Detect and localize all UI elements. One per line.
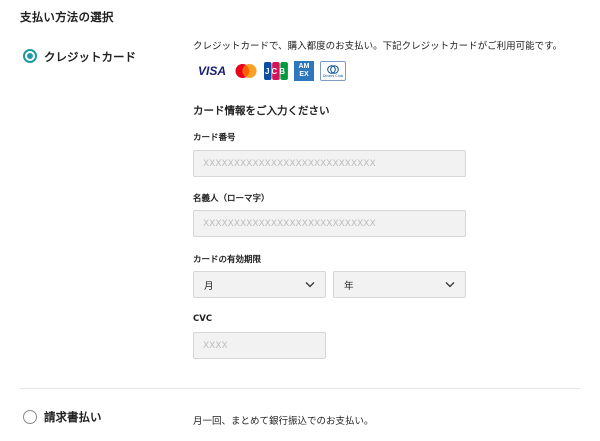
mastercard-logo <box>234 61 258 81</box>
chevron-down-icon <box>445 282 455 288</box>
expiry-year-value: 年 <box>344 280 354 292</box>
chevron-down-icon <box>305 282 315 288</box>
amex-logo: AM EX <box>294 61 314 81</box>
credit-card-radio[interactable] <box>23 49 37 63</box>
diners-club-logo-text: Diners Club <box>322 73 344 78</box>
cardholder-name-label: 名義人（ローマ字） <box>193 194 270 204</box>
invoice-label[interactable]: 請求書払い <box>44 409 102 425</box>
cvc-label: CVC <box>193 314 213 324</box>
divider <box>20 388 580 389</box>
amex-logo-bottom: EX <box>299 71 309 78</box>
amex-logo-top: AM <box>298 63 310 70</box>
jcb-logo-text: JCB <box>264 66 287 76</box>
invoice-description: 月一回、まとめて銀行振込でのお支払い。 <box>193 416 374 427</box>
expiry-month-value: 月 <box>204 280 214 292</box>
card-info-heading: カード情報をご入力ください <box>193 105 330 117</box>
invoice-radio[interactable] <box>23 410 37 424</box>
credit-card-label[interactable]: クレジットカード <box>44 49 136 65</box>
card-number-label: カード番号 <box>193 133 236 143</box>
diners-club-logo: Diners Club <box>320 61 346 81</box>
expiry-month-select[interactable]: 月 <box>193 271 326 298</box>
jcb-logo: JCB <box>264 61 288 81</box>
visa-logo: VISA <box>196 61 228 81</box>
section-title: 支払い方法の選択 <box>20 10 114 24</box>
visa-logo-text: VISA <box>197 64 226 78</box>
card-number-input[interactable] <box>193 150 466 177</box>
expiry-label: カードの有効期限 <box>193 255 262 265</box>
credit-card-description: クレジットカードで、購入都度のお支払い。下記クレジットカードがご利用可能です。 <box>193 41 563 52</box>
expiry-year-select[interactable]: 年 <box>333 271 466 298</box>
card-brand-logos: VISA JCB AM EX Diners Club <box>196 61 346 81</box>
cvc-input[interactable] <box>193 332 326 359</box>
cardholder-name-input[interactable] <box>193 210 466 237</box>
